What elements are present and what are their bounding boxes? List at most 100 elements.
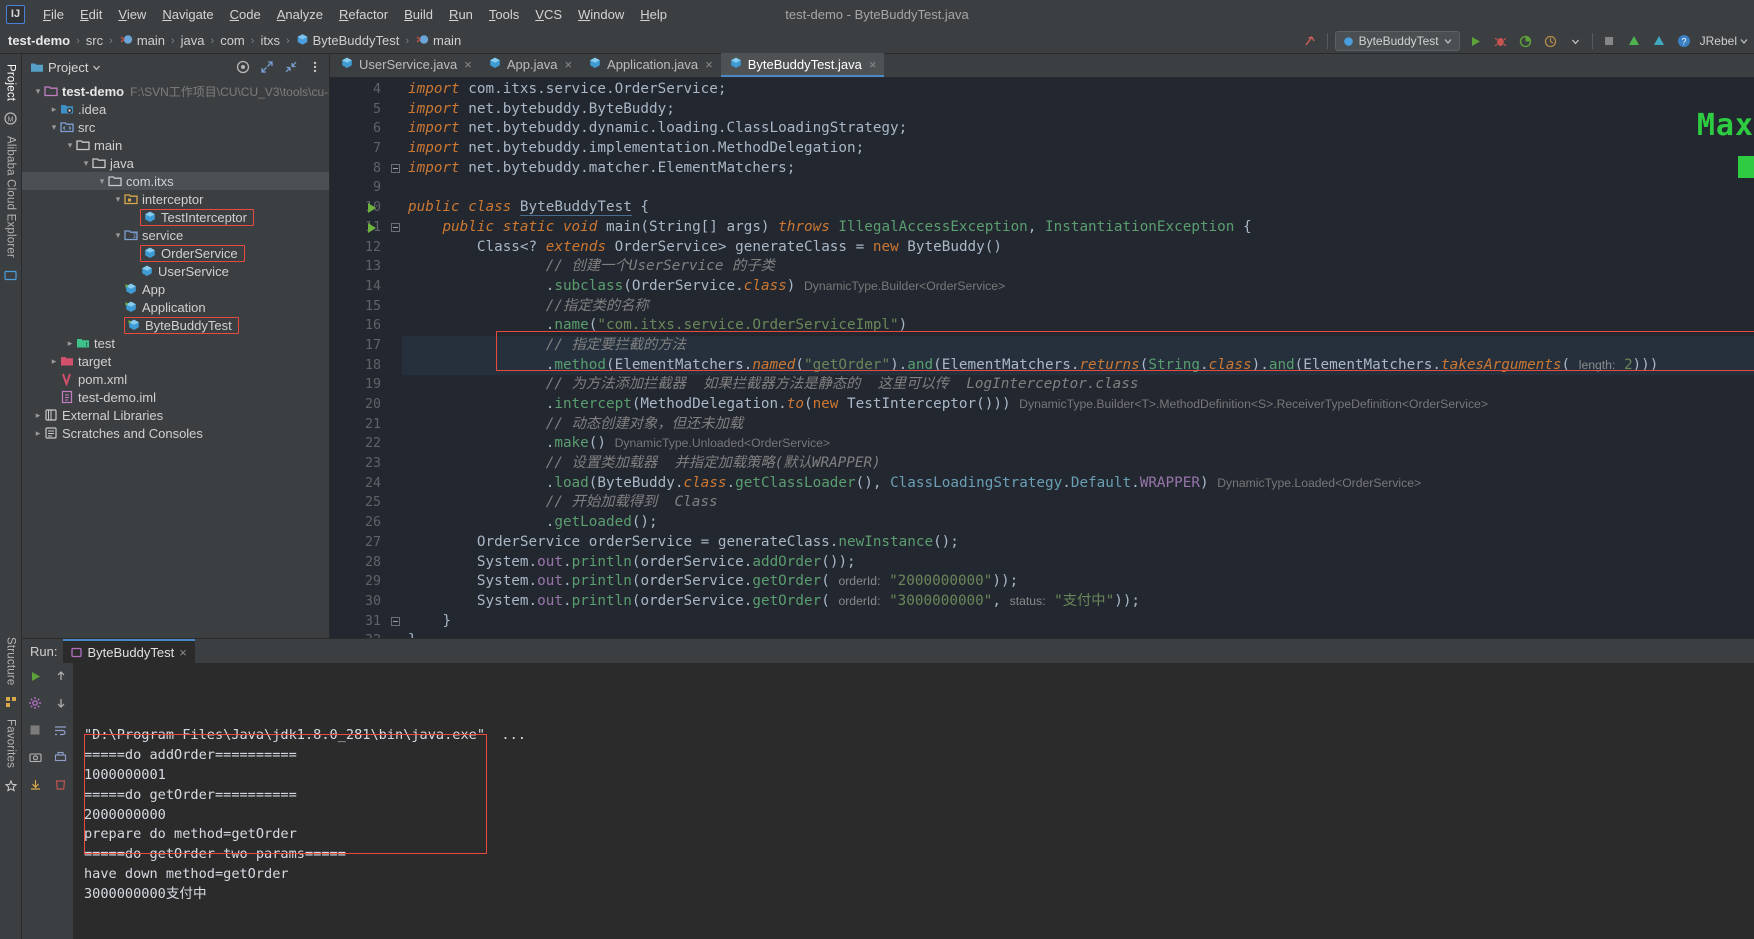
menu-analyze[interactable]: Analyze bbox=[269, 4, 331, 25]
scroll-down-icon[interactable] bbox=[52, 694, 70, 712]
code-line[interactable]: // 动态创建对象，但还未加载 bbox=[402, 415, 1754, 435]
code-line[interactable]: System.out.println(orderService.getOrder… bbox=[402, 572, 1754, 592]
chevron-right-icon[interactable]: ▸ bbox=[64, 338, 76, 349]
tool-window-structure[interactable]: Structure bbox=[5, 633, 17, 689]
code-line[interactable]: OrderService orderService = generateClas… bbox=[402, 533, 1754, 553]
search-everywhere-icon[interactable] bbox=[1302, 32, 1320, 50]
scroll-up-icon[interactable] bbox=[52, 667, 70, 685]
tool-window-project[interactable]: Project bbox=[5, 60, 17, 105]
settings-gear-icon[interactable] bbox=[26, 694, 44, 712]
print-icon[interactable] bbox=[52, 748, 70, 766]
breadcrumb-item-test-demo[interactable]: test-demo bbox=[8, 33, 70, 48]
code-line[interactable]: Class<? extends OrderService> generateCl… bbox=[402, 238, 1754, 258]
tree-node-orderservice[interactable]: OrderService bbox=[22, 244, 329, 262]
breadcrumb-item-itxs[interactable]: itxs bbox=[260, 33, 280, 48]
tree-node-src[interactable]: ▾ src bbox=[22, 118, 329, 136]
jrebel-debug-icon[interactable] bbox=[1650, 32, 1668, 50]
editor-tab-application-java[interactable]: Application.java × bbox=[580, 53, 721, 77]
tree-node-target[interactable]: ▸ target bbox=[22, 352, 329, 370]
breadcrumb-item-java[interactable]: java bbox=[181, 33, 205, 48]
jrebel-menu[interactable]: JRebel bbox=[1700, 34, 1748, 48]
code-line[interactable]: } bbox=[402, 612, 1754, 632]
run-configuration-selector[interactable]: ByteBuddyTest bbox=[1334, 31, 1460, 51]
editor-tab-app-java[interactable]: App.java × bbox=[480, 53, 580, 77]
close-icon[interactable]: × bbox=[705, 57, 713, 72]
menu-code[interactable]: Code bbox=[222, 4, 269, 25]
menu-refactor[interactable]: Refactor bbox=[331, 4, 396, 25]
tree-node-application[interactable]: Application bbox=[22, 298, 329, 316]
structure-grid-icon[interactable] bbox=[5, 696, 17, 708]
close-icon[interactable]: × bbox=[869, 57, 877, 72]
menu-tools[interactable]: Tools bbox=[481, 4, 527, 25]
code-line[interactable]: //指定类的名称 bbox=[402, 297, 1754, 317]
code-line[interactable]: import net.bytebuddy.matcher.ElementMatc… bbox=[402, 159, 1754, 179]
tree-node-java[interactable]: ▾ java bbox=[22, 154, 329, 172]
code-line[interactable]: // 创建一个UserService 的子类 bbox=[402, 257, 1754, 277]
soft-wrap-icon[interactable] bbox=[52, 721, 70, 739]
terminal-tool-icon[interactable] bbox=[4, 269, 17, 282]
code-line[interactable]: .method(ElementMatchers.named("getOrder"… bbox=[402, 355, 1754, 376]
breadcrumb-item-src[interactable]: src bbox=[86, 33, 103, 48]
menu-view[interactable]: View bbox=[110, 4, 154, 25]
tree-node-external-libraries[interactable]: ▸ External Libraries bbox=[22, 406, 329, 424]
breadcrumb-item-main[interactable]: main bbox=[119, 33, 165, 49]
tree-node-testinterceptor[interactable]: TestInterceptor bbox=[22, 208, 329, 226]
code-line[interactable]: public static void main(String[] args) t… bbox=[402, 218, 1754, 238]
code-line[interactable]: // 开始加载得到 Class bbox=[402, 493, 1754, 513]
tree-node-userservice[interactable]: UserService bbox=[22, 262, 329, 280]
chevron-down-icon[interactable]: ▾ bbox=[64, 140, 76, 151]
tree-node-app[interactable]: App bbox=[22, 280, 329, 298]
chevron-down-icon[interactable]: ▾ bbox=[112, 194, 124, 205]
code-line[interactable]: public class ByteBuddyTest { bbox=[402, 198, 1754, 218]
chevron-down-icon[interactable]: ▾ bbox=[96, 176, 108, 187]
chevron-right-icon[interactable]: ▸ bbox=[32, 410, 44, 421]
tree-node-test[interactable]: ▸ t test bbox=[22, 334, 329, 352]
help-icon[interactable]: ? bbox=[1675, 32, 1693, 50]
editor-tab-userservice-java[interactable]: UserService.java × bbox=[332, 53, 480, 77]
clear-all-icon[interactable] bbox=[52, 775, 70, 793]
breadcrumb-item-bytebuddytest[interactable]: ByteBuddyTest bbox=[296, 33, 399, 49]
tree-node-pom-xml[interactable]: pom.xml bbox=[22, 370, 329, 388]
code-line[interactable]: .subclass(OrderService.class) DynamicTyp… bbox=[402, 277, 1754, 297]
code-line[interactable]: import com.itxs.service.OrderService; bbox=[402, 80, 1754, 100]
export-icon[interactable] bbox=[26, 775, 44, 793]
camera-icon[interactable] bbox=[26, 748, 44, 766]
code-line[interactable]: .load(ByteBuddy.class.getClassLoader(), … bbox=[402, 474, 1754, 494]
fold-toggle-icon[interactable] bbox=[391, 163, 400, 173]
chevron-down-icon[interactable]: ▾ bbox=[48, 122, 60, 133]
code-line[interactable]: import net.bytebuddy.implementation.Meth… bbox=[402, 139, 1754, 159]
tree-node--idea[interactable]: ▸ .idea bbox=[22, 100, 329, 118]
code-line[interactable]: .getLoaded(); bbox=[402, 513, 1754, 533]
select-opened-file-icon[interactable] bbox=[233, 57, 253, 77]
code-line[interactable]: import net.bytebuddy.ByteBuddy; bbox=[402, 100, 1754, 120]
collapse-all-icon[interactable] bbox=[281, 57, 301, 77]
chevron-down-icon[interactable] bbox=[1567, 32, 1585, 50]
run-button[interactable] bbox=[1467, 32, 1485, 50]
chevron-down-icon[interactable]: ▾ bbox=[32, 86, 44, 97]
menu-build[interactable]: Build bbox=[396, 4, 441, 25]
code-line[interactable]: .intercept(MethodDelegation.to(new TestI… bbox=[402, 395, 1754, 415]
code-line[interactable]: // 为方法添加拦截器 如果拦截器方法是静态的 这里可以传 LogInterce… bbox=[402, 375, 1754, 395]
menu-vcs[interactable]: VCS bbox=[527, 4, 570, 25]
close-icon[interactable]: × bbox=[179, 645, 187, 660]
code-line[interactable]: // 指定要拦截的方法 bbox=[402, 335, 1754, 356]
tree-node-bytebuddytest[interactable]: ByteBuddyTest bbox=[22, 316, 329, 334]
more-options-icon[interactable] bbox=[305, 57, 325, 77]
close-icon[interactable]: × bbox=[464, 57, 472, 72]
chevron-down-icon[interactable]: ▾ bbox=[80, 158, 92, 169]
run-line-marker[interactable] bbox=[366, 218, 378, 238]
chevron-right-icon[interactable]: ▸ bbox=[48, 356, 60, 367]
run-with-coverage-button[interactable] bbox=[1517, 32, 1535, 50]
run-tab-bytebuddytest[interactable]: ByteBuddyTest × bbox=[63, 639, 195, 663]
code-line[interactable]: .name("com.itxs.service.OrderServiceImpl… bbox=[402, 316, 1754, 336]
tree-node-com-itxs[interactable]: ▾ com.itxs bbox=[22, 172, 329, 190]
code-line[interactable]: System.out.println(orderService.addOrder… bbox=[402, 553, 1754, 573]
code-line[interactable] bbox=[402, 178, 1754, 198]
breadcrumb-item-main[interactable]: main bbox=[415, 33, 461, 49]
fold-toggle-icon[interactable] bbox=[391, 222, 400, 232]
tree-node-scratches-and-consoles[interactable]: ▸ Scratches and Consoles bbox=[22, 424, 329, 442]
code-line[interactable]: import net.bytebuddy.dynamic.loading.Cla… bbox=[402, 119, 1754, 139]
code-line[interactable]: .make() DynamicType.Unloaded<OrderServic… bbox=[402, 434, 1754, 454]
maven-tool-icon[interactable]: M bbox=[4, 112, 17, 125]
tree-node-service[interactable]: ▾ Σservice bbox=[22, 226, 329, 244]
